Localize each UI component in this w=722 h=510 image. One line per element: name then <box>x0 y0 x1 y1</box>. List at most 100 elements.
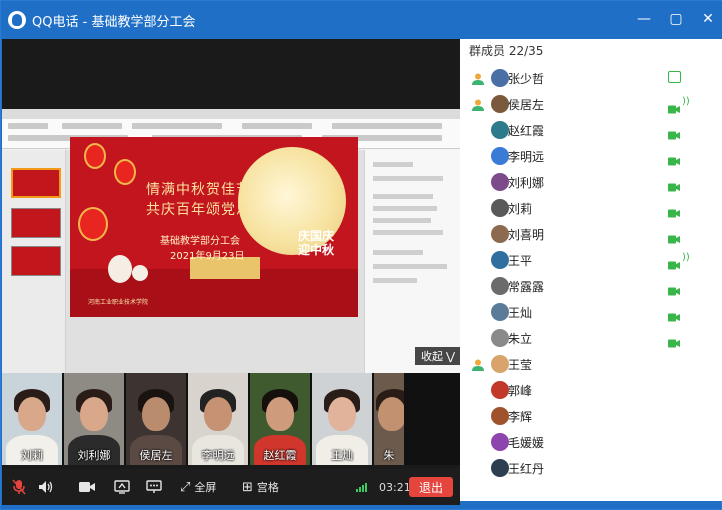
camera-on-icon <box>668 333 680 348</box>
rabbit-image <box>132 265 148 281</box>
camera-on-icon <box>668 177 680 192</box>
more-button[interactable] <box>146 469 162 505</box>
video-tile[interactable]: 侯居左 <box>126 373 186 465</box>
video-tile[interactable]: 刘莉 <box>2 373 62 465</box>
camera-on-icon <box>668 307 680 322</box>
member-row[interactable]: 侯居左)) <box>460 91 722 117</box>
member-row[interactable]: 常露露 <box>460 273 722 299</box>
maximize-icon[interactable]: ▢ <box>669 11 683 27</box>
member-row[interactable]: 毛媛媛 <box>460 429 722 455</box>
mic-muted-button[interactable] <box>12 469 26 505</box>
app-name: QQ电话 <box>32 14 79 30</box>
member-row[interactable]: 李明远 <box>460 143 722 169</box>
member-row[interactable]: 刘利娜 <box>460 169 722 195</box>
title-separator: - <box>78 14 92 30</box>
member-row[interactable]: 王红丹 <box>460 455 722 481</box>
rabbit-image <box>108 255 132 283</box>
video-tile-name: 朱 <box>383 449 395 462</box>
avatar <box>491 277 509 295</box>
video-tile[interactable]: 王灿 <box>312 373 372 465</box>
shared-app-properties-pane <box>364 150 460 407</box>
lantern-image <box>78 207 108 241</box>
share-screen-button[interactable] <box>114 469 130 505</box>
member-row[interactable]: 李辉 <box>460 403 722 429</box>
video-tile-name: 王灿 <box>331 449 353 462</box>
avatar <box>491 433 509 451</box>
member-name: 赵红霞 <box>508 124 545 138</box>
avatar <box>491 355 509 373</box>
avatar <box>491 225 509 243</box>
slide-line-2: 共庆百年颂党恩 <box>146 202 251 218</box>
speaker-icon <box>39 481 53 493</box>
grid-view-button[interactable]: ⊞ 宫格 <box>242 469 279 505</box>
exit-button[interactable]: 退出 <box>409 477 453 497</box>
member-row[interactable]: 刘喜明 <box>460 221 722 247</box>
member-name: 刘利娜 <box>508 176 545 190</box>
video-tile[interactable]: 刘利娜 <box>64 373 124 465</box>
video-tile-name: 刘莉 <box>21 449 43 462</box>
avatar <box>491 121 509 139</box>
member-row[interactable]: 王莹 <box>460 351 722 377</box>
close-icon[interactable]: ✕ <box>701 11 715 27</box>
member-name: 刘喜明 <box>508 228 545 242</box>
fullscreen-label: 全屏 <box>194 481 217 494</box>
camera-button[interactable] <box>78 469 96 505</box>
member-row[interactable]: 郭峰 <box>460 377 722 403</box>
speaking-icon: )) <box>682 252 690 263</box>
group-name: 基础教学部分工会 <box>91 14 196 30</box>
slide-thumbnail <box>11 168 61 198</box>
avatar <box>491 251 509 269</box>
avatar <box>491 95 509 113</box>
window-controls: — ▢ ✕ <box>637 11 715 27</box>
member-row[interactable]: 朱立 <box>460 325 722 351</box>
screen-sharing-icon <box>668 71 681 83</box>
signal-icon <box>356 483 367 492</box>
minimize-icon[interactable]: — <box>637 11 651 27</box>
window-title: QQ电话 - 基础教学部分工会 <box>32 11 195 30</box>
member-row[interactable]: 王灿 <box>460 299 722 325</box>
member-name: 李辉 <box>508 410 533 424</box>
member-row[interactable]: 刘莉 <box>460 195 722 221</box>
member-name: 郭峰 <box>508 384 533 398</box>
collapse-button[interactable]: 收起 ⋁ <box>415 347 460 365</box>
video-tile[interactable]: 朱 <box>374 373 404 465</box>
admin-user-icon <box>471 71 485 85</box>
slide-thumbnail <box>11 208 61 238</box>
camera-on-icon <box>668 229 680 244</box>
qq-call-window: QQ电话 - 基础教学部分工会 — ▢ ✕ 情满中秋贺佳节 共庆百年颂党恩 基础… <box>0 0 722 510</box>
camera-on-icon <box>668 99 680 114</box>
camera-on-icon <box>668 151 680 166</box>
member-name: 侯居左 <box>508 98 545 112</box>
member-name: 王红丹 <box>508 462 545 476</box>
slide-thumbnail <box>11 246 61 276</box>
lantern-image <box>114 159 136 185</box>
video-tile[interactable]: 赵红霞 <box>250 373 310 465</box>
grid-icon: ⊞ <box>242 479 253 495</box>
fullscreen-icon: ⤢ <box>180 479 191 495</box>
member-name: 张少哲 <box>508 72 545 86</box>
member-row[interactable]: 赵红霞 <box>460 117 722 143</box>
speaker-button[interactable] <box>38 469 54 505</box>
avatar <box>491 329 509 347</box>
call-toolbar: ⤢ 全屏 ⊞ 宫格 03:21 退出 <box>2 469 460 505</box>
video-tile[interactable]: 李明远 <box>188 373 248 465</box>
qq-logo-icon <box>8 11 26 29</box>
member-row[interactable]: 王平)) <box>460 247 722 273</box>
fullscreen-button[interactable]: ⤢ 全屏 <box>180 469 216 505</box>
members-header: 群成员 22/35 <box>469 43 544 58</box>
camera-icon <box>79 482 95 492</box>
member-name: 王灿 <box>508 306 533 320</box>
member-row[interactable]: 张少哲 <box>460 65 722 91</box>
avatar <box>491 69 509 87</box>
title-bar: QQ电话 - 基础教学部分工会 — ▢ ✕ <box>1 1 722 39</box>
camera-on-icon <box>668 203 680 218</box>
collapse-label: 收起 <box>420 350 443 363</box>
lantern-image <box>84 143 106 169</box>
member-name: 毛媛媛 <box>508 436 545 450</box>
member-name: 王莹 <box>508 358 533 372</box>
avatar <box>491 147 509 165</box>
shared-app-tabs <box>2 109 460 119</box>
admin-user-icon <box>471 357 485 371</box>
grid-label: 宫格 <box>256 481 279 494</box>
avatar <box>491 173 509 191</box>
